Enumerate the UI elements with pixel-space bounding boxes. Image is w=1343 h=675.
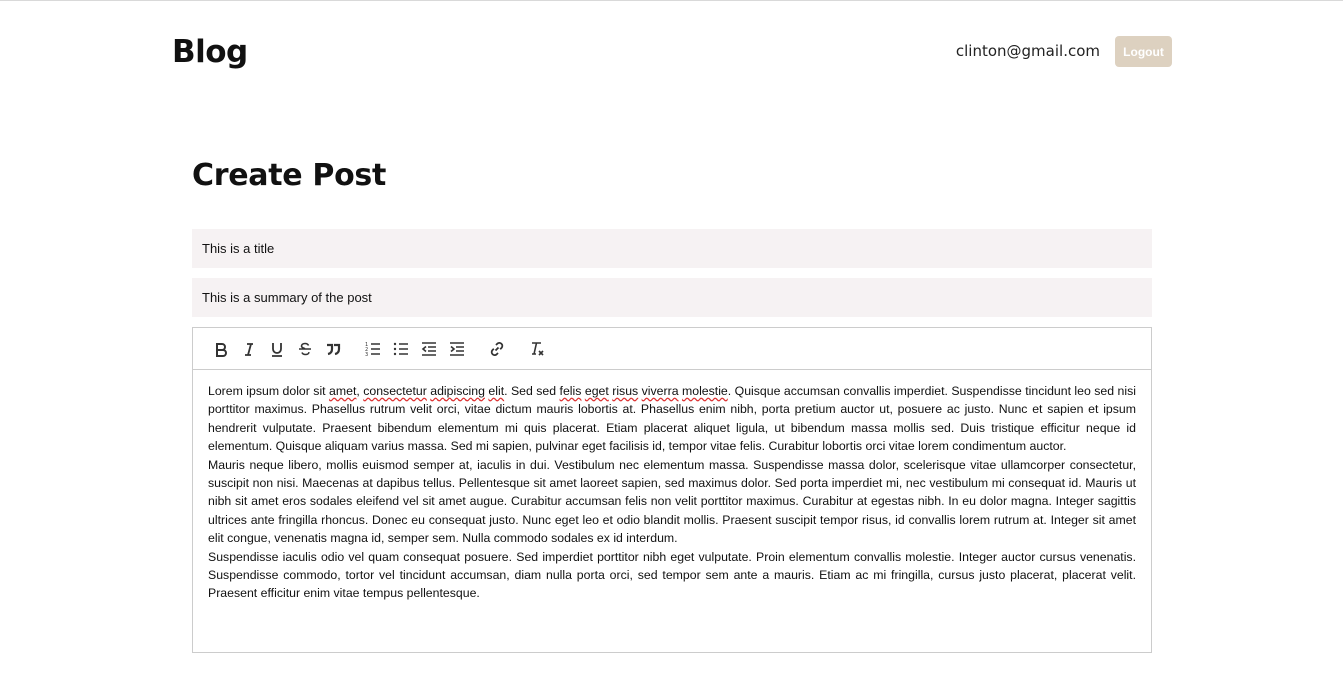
misspelled-word: molestie xyxy=(681,384,728,398)
italic-icon[interactable] xyxy=(235,337,263,361)
strikethrough-icon[interactable] xyxy=(291,337,319,361)
rich-text-editor: 123 Lorem ipsum dolor sit amet, consecte… xyxy=(192,327,1152,653)
ordered-list-icon[interactable]: 123 xyxy=(359,337,387,361)
misspelled-word: felis xyxy=(559,384,582,398)
top-divider xyxy=(0,0,1343,1)
misspelled-word: elit xyxy=(488,384,505,398)
bullet-list-icon[interactable] xyxy=(387,337,415,361)
page-title: Create Post xyxy=(192,158,387,193)
misspelled-word: consectetur xyxy=(363,384,427,398)
editor-paragraph: Lorem ipsum dolor sit amet, consectetur … xyxy=(208,384,1136,454)
misspelled-word: viverra xyxy=(641,384,679,398)
misspelled-word: risus xyxy=(612,384,639,398)
svg-text:3: 3 xyxy=(365,352,368,358)
bold-icon[interactable] xyxy=(207,337,235,361)
editor-toolbar: 123 xyxy=(193,328,1151,370)
blockquote-icon[interactable] xyxy=(319,337,347,361)
link-icon[interactable] xyxy=(483,337,511,361)
misspelled-word: eget xyxy=(584,384,609,398)
editor-content[interactable]: Lorem ipsum dolor sit amet, consectetur … xyxy=(193,370,1151,652)
user-email: clinton@gmail.com xyxy=(955,42,1100,60)
title-input[interactable] xyxy=(192,229,1152,268)
indent-icon[interactable] xyxy=(443,337,471,361)
editor-paragraph: Mauris neque libero, mollis euismod semp… xyxy=(208,457,1136,546)
underline-icon[interactable] xyxy=(263,337,291,361)
misspelled-word: adipiscing xyxy=(430,384,485,398)
editor-paragraph: Suspendisse iaculis odio vel quam conseq… xyxy=(208,549,1136,601)
summary-input[interactable] xyxy=(192,278,1152,317)
outdent-icon[interactable] xyxy=(415,337,443,361)
site-header: Blog clinton@gmail.com Logout xyxy=(172,30,1172,74)
site-brand[interactable]: Blog xyxy=(172,34,248,70)
logout-button[interactable]: Logout xyxy=(1115,36,1172,67)
clear-format-icon[interactable] xyxy=(523,337,551,361)
misspelled-word: amet xyxy=(329,384,357,398)
